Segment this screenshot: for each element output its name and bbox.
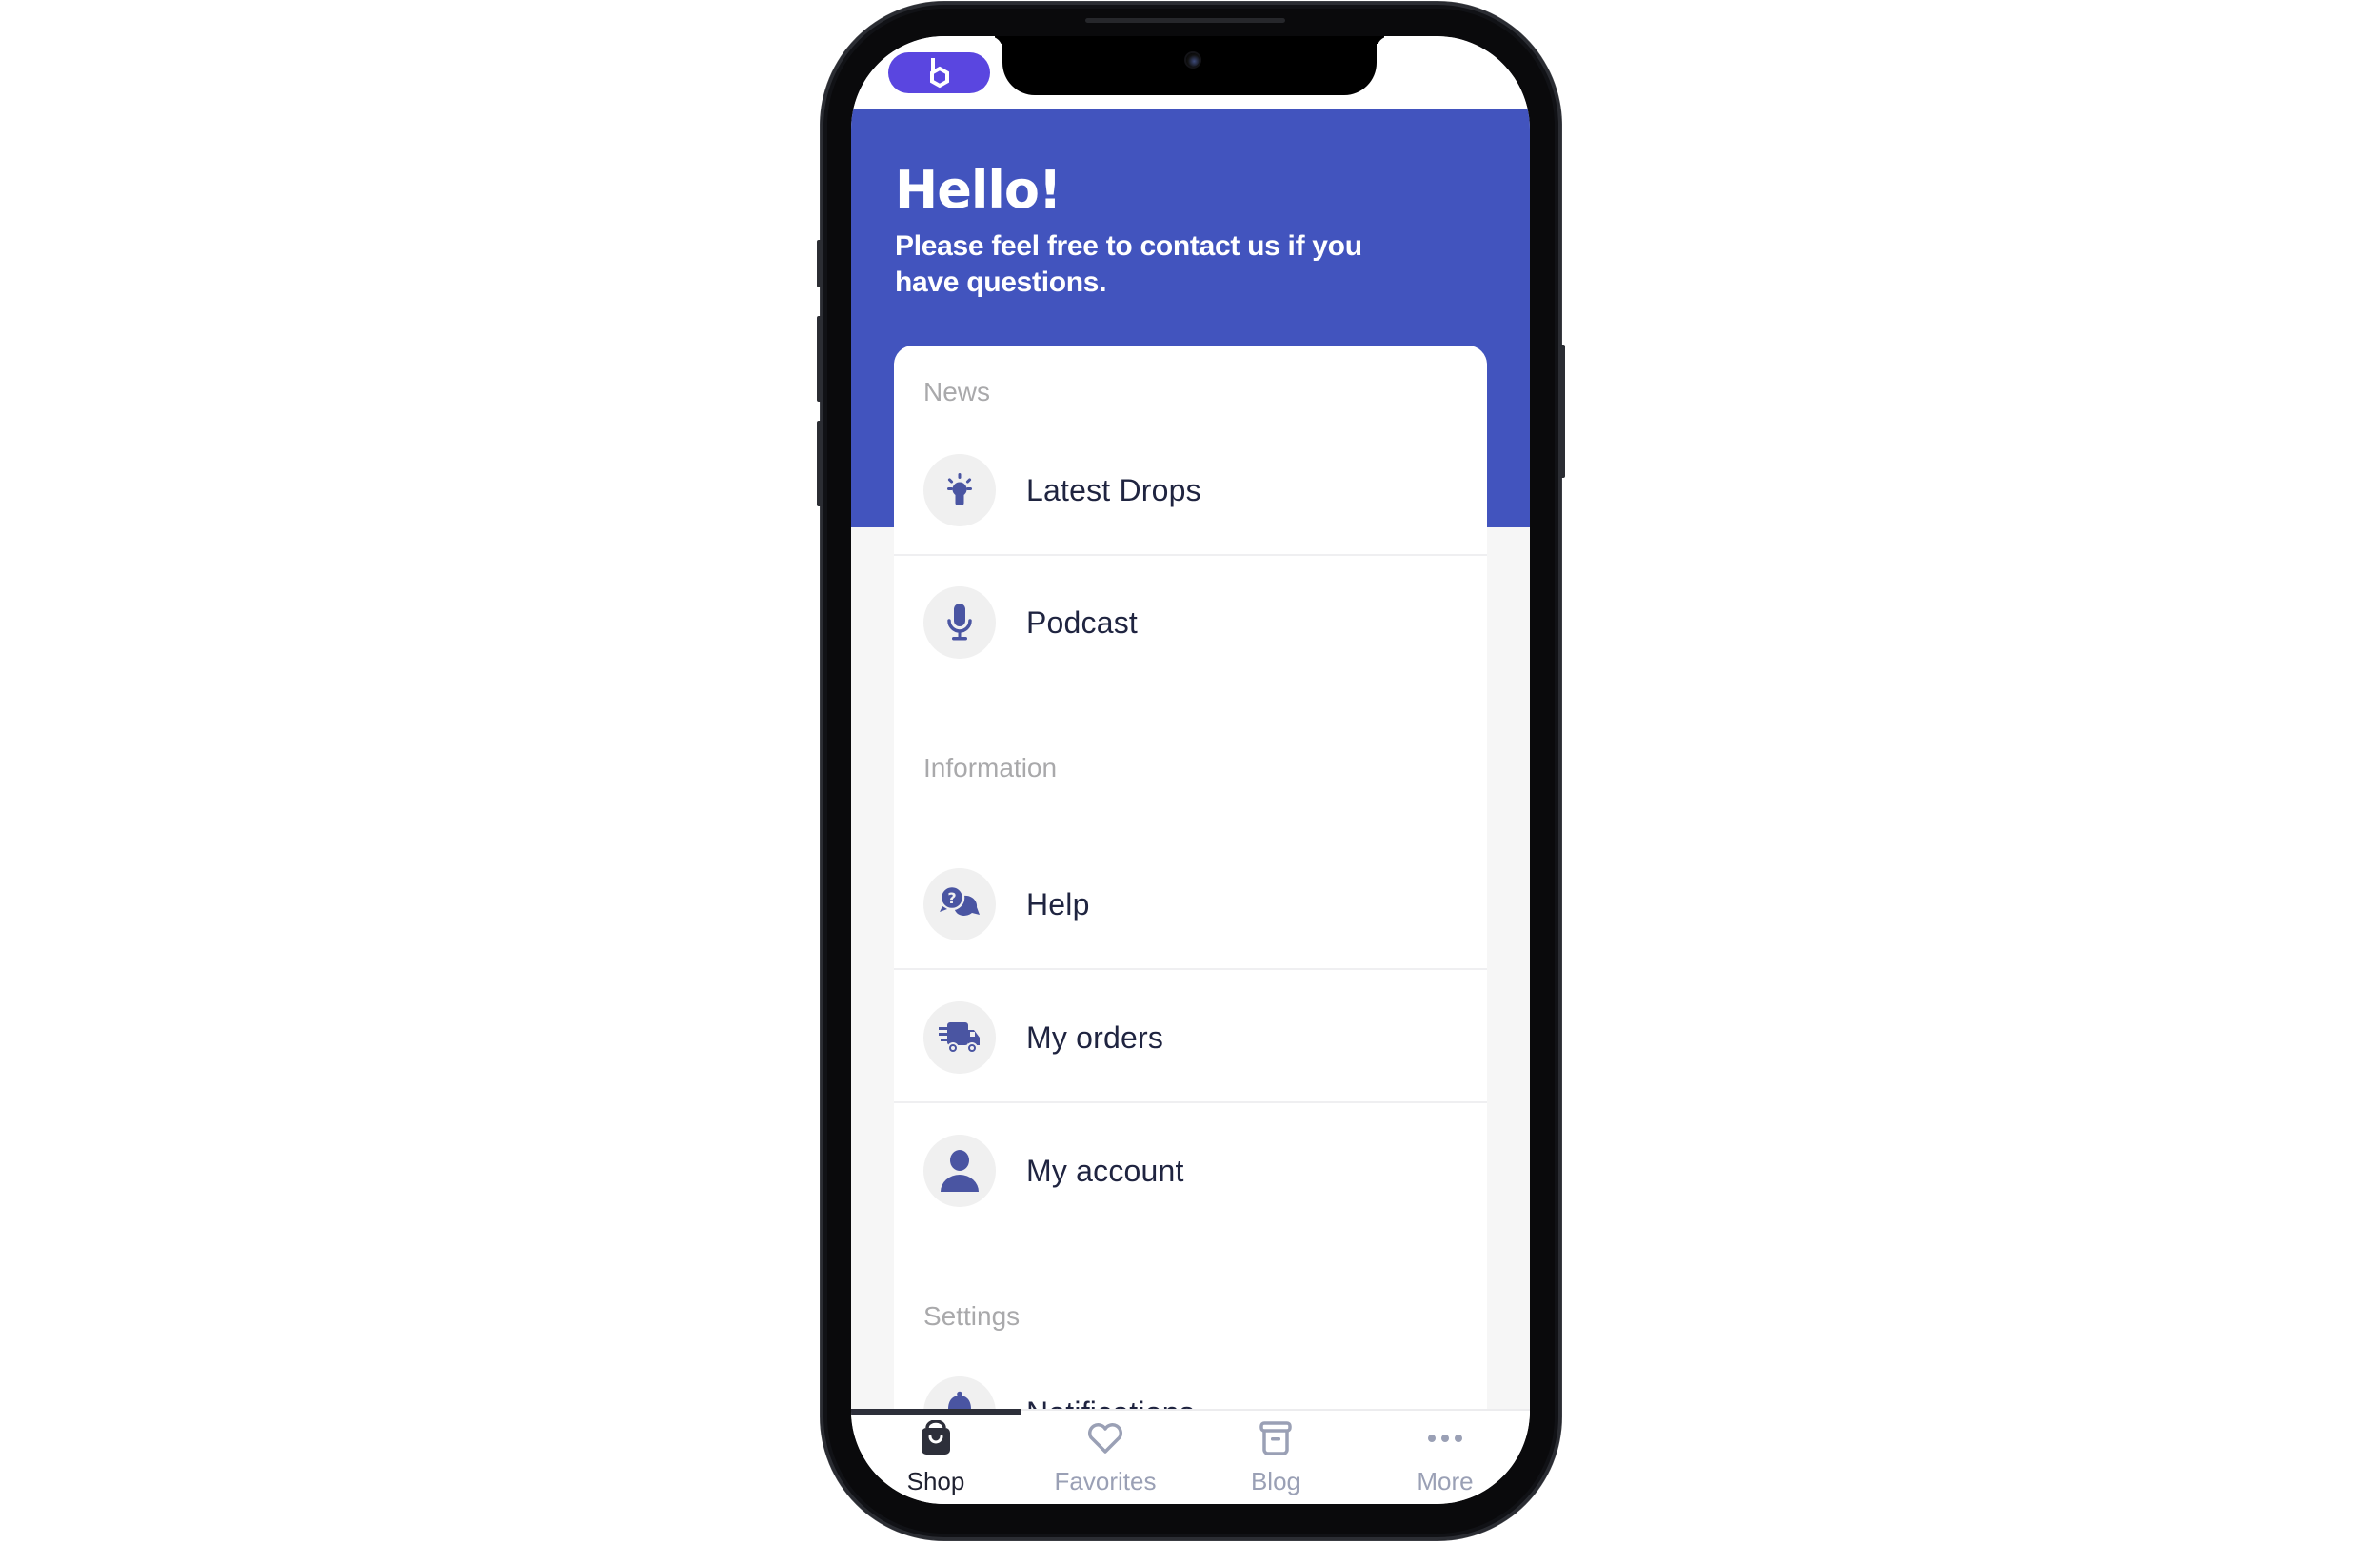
display-notch	[1002, 36, 1377, 95]
speaker-grille	[1085, 18, 1285, 23]
menu-item-label: Help	[1026, 886, 1090, 921]
menu-item-my-account[interactable]: My account	[894, 1105, 1487, 1237]
page-subtitle: Please feel free to contact us if you ha…	[895, 230, 1362, 298]
front-camera	[1186, 53, 1200, 67]
lightbulb-icon	[923, 454, 996, 526]
app-screen: Hello! Please feel free to contact us if…	[851, 36, 1530, 1504]
svg-text:?: ?	[947, 889, 956, 907]
menu-item-label: Latest Drops	[1026, 472, 1201, 507]
section-title-information: Information	[923, 753, 1058, 782]
tab-more[interactable]: More	[1360, 1411, 1530, 1504]
bottom-tab-bar: Shop Favorites Blog More	[851, 1409, 1530, 1504]
menu-item-podcast[interactable]: Podcast	[894, 557, 1487, 688]
tab-shop[interactable]: Shop	[851, 1411, 1021, 1504]
status-bar	[851, 36, 1530, 109]
more-dots-icon	[1426, 1420, 1464, 1456]
menu-item-label: My account	[1026, 1153, 1184, 1188]
tab-label: More	[1417, 1467, 1474, 1495]
app-logo-badge[interactable]	[888, 52, 990, 93]
delivery-truck-icon	[923, 1001, 996, 1074]
page-title: Hello!	[895, 160, 1062, 220]
help-chat-icon: ?	[923, 868, 996, 940]
heart-icon	[1086, 1420, 1124, 1456]
menu-item-label: Podcast	[1026, 604, 1139, 640]
microphone-icon	[923, 586, 996, 659]
section-title-news: News	[923, 377, 991, 406]
hexagon-b-logo-icon	[929, 57, 949, 88]
menu-card: News Latest Drops Podcast Information ? …	[894, 346, 1487, 1450]
side-button-silent	[817, 240, 823, 287]
tab-favorites[interactable]: Favorites	[1021, 1411, 1190, 1504]
tab-label: Blog	[1250, 1467, 1301, 1495]
tab-label: Favorites	[1054, 1467, 1157, 1495]
side-button-volume-down	[817, 421, 823, 506]
user-icon	[923, 1135, 996, 1207]
section-title-settings: Settings	[923, 1301, 1021, 1331]
tab-blog[interactable]: Blog	[1191, 1411, 1360, 1504]
shopping-bag-icon	[917, 1420, 955, 1456]
menu-item-latest-drops[interactable]: Latest Drops	[894, 425, 1487, 556]
side-button-volume-up	[817, 316, 823, 402]
archive-box-icon	[1257, 1420, 1295, 1456]
tab-label: Shop	[906, 1467, 965, 1495]
menu-item-label: My orders	[1026, 1019, 1164, 1055]
menu-item-my-orders[interactable]: My orders	[894, 972, 1487, 1103]
menu-item-help[interactable]: ? Help	[894, 839, 1487, 970]
side-button-power	[1559, 345, 1565, 478]
